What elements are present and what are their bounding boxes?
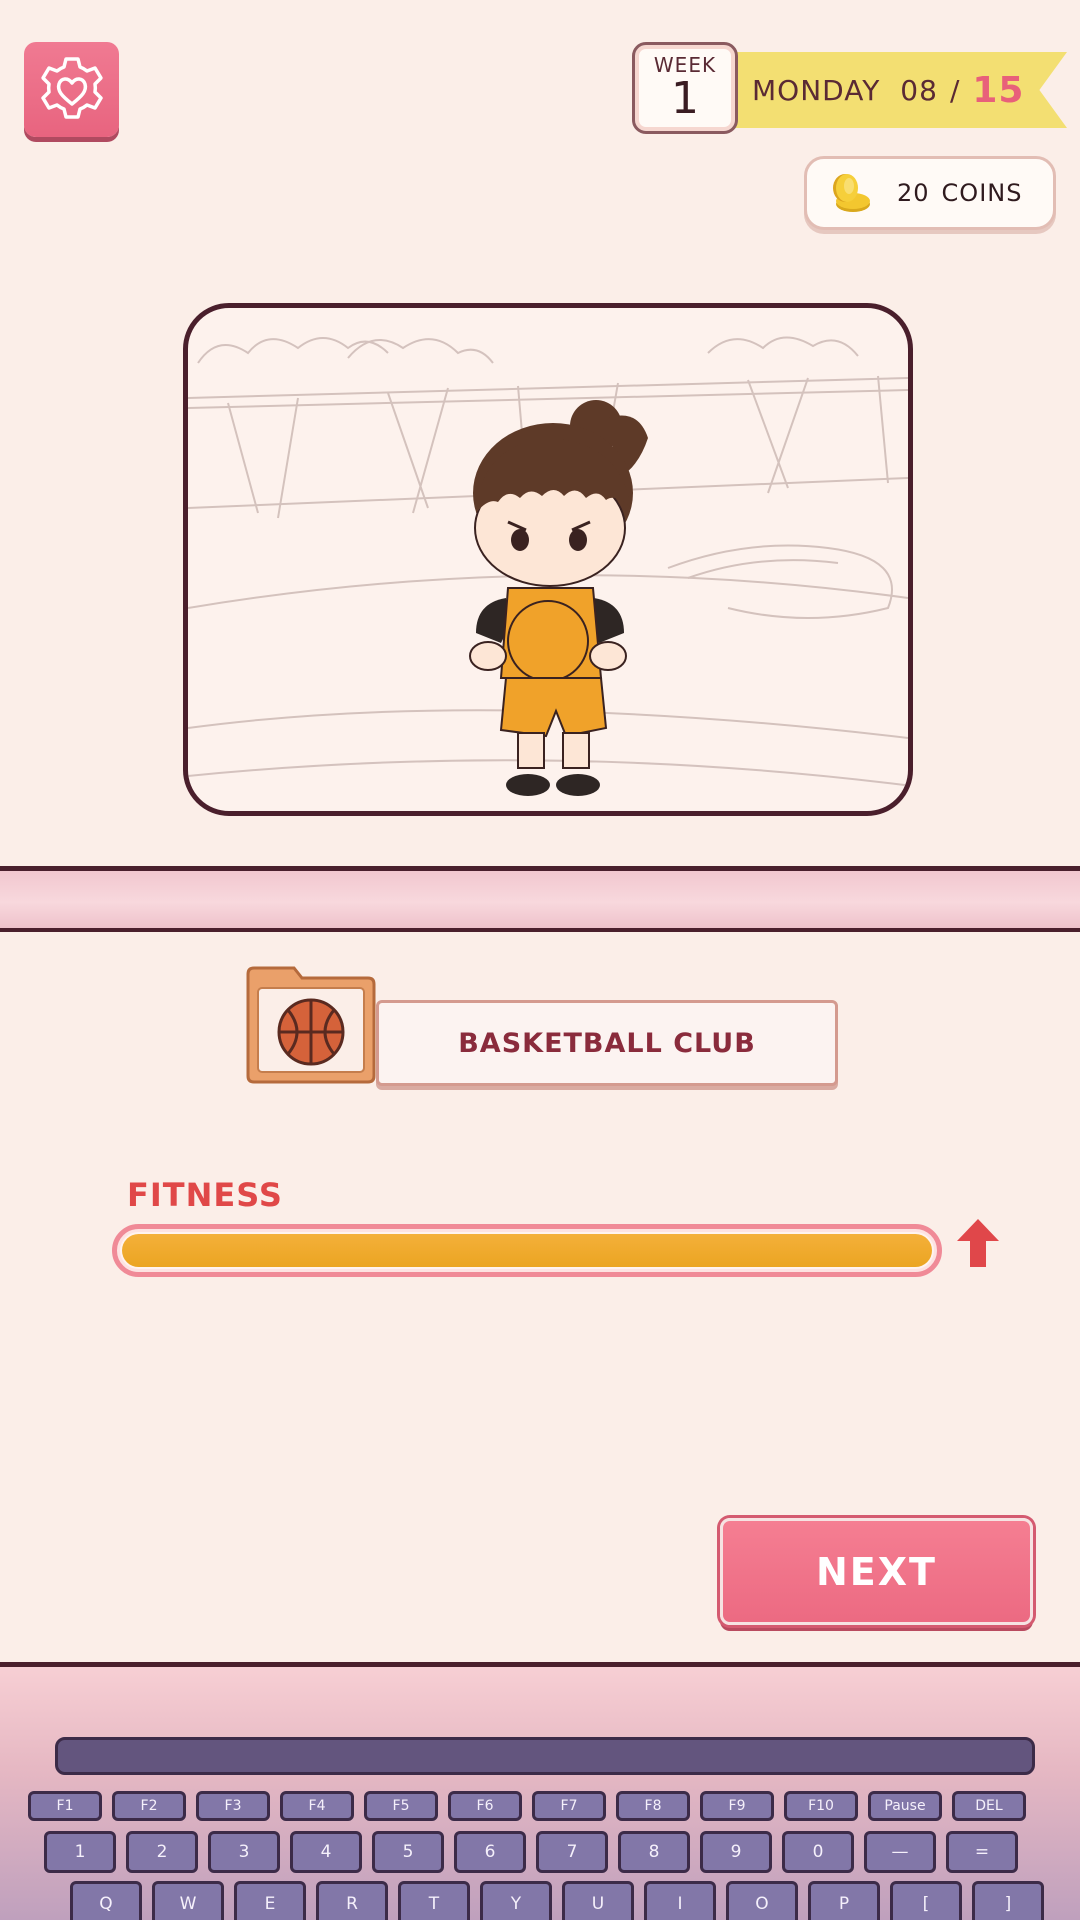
day-total: 15	[972, 69, 1025, 111]
key-4: 5	[372, 1831, 444, 1873]
key-9: F10	[784, 1791, 858, 1821]
stat-label: FITNESS	[127, 1176, 283, 1214]
key-0: 1	[44, 1831, 116, 1873]
key-11: =	[946, 1831, 1018, 1873]
key-9: 0	[782, 1831, 854, 1873]
key-6: U	[562, 1881, 634, 1920]
key-3: 4	[290, 1831, 362, 1873]
divider-strip	[0, 866, 1080, 932]
key-11: ]	[972, 1881, 1044, 1920]
day-name: MONDAY	[752, 73, 881, 107]
key-10: [	[890, 1881, 962, 1920]
key-1: W	[152, 1881, 224, 1920]
function-key-row: F1 F2 F3 F4 F5 F6 F7 F8 F9 F10 Pause DEL	[0, 1791, 1080, 1821]
key-6: 7	[536, 1831, 608, 1873]
basketball-court-illustration	[188, 336, 908, 796]
settings-button[interactable]	[24, 42, 119, 137]
qwerty-key-row: Q W E R T Y U I O P []	[0, 1881, 1080, 1920]
key-8: F9	[700, 1791, 774, 1821]
key-8: 9	[700, 1831, 772, 1873]
key-0: Q	[70, 1881, 142, 1920]
activity-name: BASKETBALL CLUB	[376, 1000, 838, 1086]
key-4: F5	[364, 1791, 438, 1821]
key-5: 6	[454, 1831, 526, 1873]
key-9: P	[808, 1881, 880, 1920]
key-7: 8	[618, 1831, 690, 1873]
key-8: O	[726, 1881, 798, 1920]
fitness-bar-fill	[122, 1234, 932, 1267]
week-number: 1	[671, 73, 699, 124]
number-key-row: 1 2 3 4 5 6 7 8 9 0— =	[0, 1831, 1080, 1873]
key-0: F1	[28, 1791, 102, 1821]
basketball-icon	[246, 966, 376, 1084]
coin-stack-icon	[833, 174, 870, 212]
laptop-keyboard: F1 F2 F3 F4 F5 F6 F7 F8 F9 F10 Pause DEL 1234567890…	[0, 1662, 1080, 1920]
key-11: DEL	[952, 1791, 1026, 1821]
arrow-up-icon	[957, 1219, 999, 1267]
touch-bar	[55, 1737, 1035, 1775]
key-2: F3	[196, 1791, 270, 1821]
week-card: WEEK 1	[632, 42, 738, 134]
key-10: Pause	[868, 1791, 942, 1821]
key-3: R	[316, 1881, 388, 1920]
key-7: I	[644, 1881, 716, 1920]
coins-label: COINS	[941, 179, 1023, 207]
key-5: F6	[448, 1791, 522, 1821]
key-6: F7	[532, 1791, 606, 1821]
fitness-bar	[112, 1224, 942, 1277]
day-current: 08	[900, 73, 938, 107]
key-5: Y	[480, 1881, 552, 1920]
next-button[interactable]: NEXT	[720, 1518, 1033, 1625]
key-2: 3	[208, 1831, 280, 1873]
key-1: 2	[126, 1831, 198, 1873]
key-7: F8	[616, 1791, 690, 1821]
coins-value: 20	[897, 179, 930, 207]
gear-heart-icon	[40, 56, 103, 119]
key-3: F4	[280, 1791, 354, 1821]
date-ribbon: MONDAY 08 / 15	[722, 52, 1067, 128]
key-4: T	[398, 1881, 470, 1920]
activity-scene	[183, 303, 913, 816]
week-date-indicator: MONDAY 08 / 15 WEEK 1	[632, 40, 1067, 140]
player-character	[469, 400, 648, 796]
activity-folder	[244, 964, 378, 1086]
key-10: —	[864, 1831, 936, 1873]
coins-counter: 20 COINS	[804, 156, 1056, 230]
key-1: F2	[112, 1791, 186, 1821]
day-separator: /	[949, 73, 961, 107]
key-2: E	[234, 1881, 306, 1920]
